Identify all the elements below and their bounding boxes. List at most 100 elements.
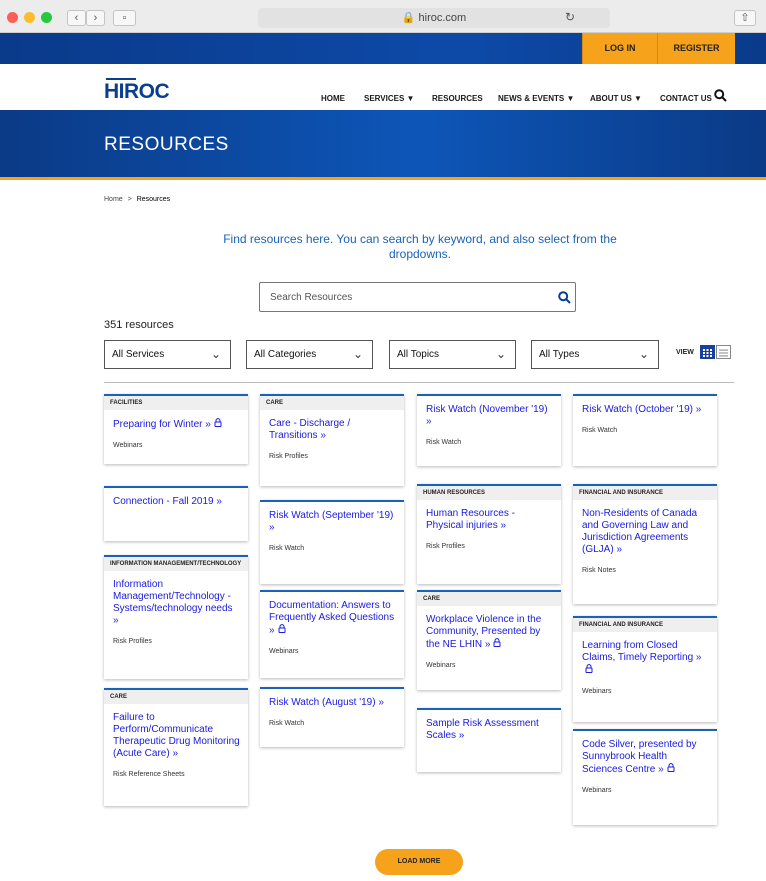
breadcrumb-separator: >	[127, 196, 132, 203]
resource-card[interactable]: Risk Watch (October '19) » Risk Watch	[573, 394, 717, 466]
resource-card[interactable]: Sample Risk Assessment Scales »	[417, 708, 561, 772]
url-text: hiroc.com	[418, 12, 467, 24]
breadcrumb-home[interactable]: Home	[104, 196, 123, 203]
card-title-link[interactable]: Workplace Violence in the Community, Pre…	[426, 614, 541, 650]
card-type: Risk Watch	[426, 439, 462, 446]
chevron-down-icon: ⌄	[352, 347, 363, 361]
login-button[interactable]: LOG IN	[582, 33, 657, 64]
card-title-link[interactable]: Risk Watch (September '19) »	[269, 510, 393, 533]
nav-news-events[interactable]: NEWS & EVENTS ▼	[498, 94, 574, 103]
card-type: Risk Watch	[269, 720, 305, 727]
nav-home[interactable]: HOME	[321, 94, 345, 103]
search-icon[interactable]	[714, 89, 727, 102]
card-title-link[interactable]: Documentation: Answers to Frequently Ask…	[269, 600, 394, 636]
card-category: CARE	[104, 690, 248, 704]
card-title-link[interactable]: Failure to Perform/Communicate Therapeut…	[113, 712, 240, 759]
card-title-link[interactable]: Risk Watch (August '19) »	[269, 697, 384, 708]
load-more-button[interactable]: LOAD MORE	[375, 849, 463, 875]
services-dropdown-value: All Services	[112, 349, 165, 360]
back-icon[interactable]: ‹	[67, 10, 86, 26]
page-title: RESOURCES	[104, 134, 229, 155]
lock-icon	[585, 664, 593, 676]
breadcrumb: Home > Resources	[104, 196, 170, 203]
lock-icon	[493, 638, 501, 650]
card-title-link[interactable]: Human Resources - Physical injuries »	[426, 508, 515, 531]
topics-dropdown[interactable]: All Topics ⌄	[389, 340, 516, 369]
maximize-window-button[interactable]	[41, 12, 52, 23]
search-placeholder: Search Resources	[270, 292, 353, 303]
resource-card[interactable]: INFORMATION MANAGEMENT/TECHNOLOGY Informa…	[104, 555, 248, 679]
results-count: 351 resources	[104, 319, 174, 331]
card-type: Risk Watch	[582, 427, 618, 434]
card-category: CARE	[417, 592, 561, 606]
card-title-link[interactable]: Care - Discharge / Transitions »	[269, 418, 350, 441]
card-type: Webinars	[582, 688, 612, 695]
categories-dropdown[interactable]: All Categories ⌄	[246, 340, 373, 369]
card-title-link[interactable]: Information Management/Technology - Syst…	[113, 579, 233, 626]
resource-card[interactable]: Risk Watch (September '19) » Risk Watch	[260, 500, 404, 584]
share-icon[interactable]: ⇧	[734, 10, 756, 26]
register-button[interactable]: REGISTER	[657, 33, 735, 64]
card-type: Risk Profiles	[113, 638, 152, 645]
card-category: FACILITIES	[104, 396, 248, 410]
chevron-down-icon: ⌄	[210, 347, 221, 361]
types-dropdown-value: All Types	[539, 349, 580, 360]
card-title-link[interactable]: Connection - Fall 2019 »	[113, 496, 222, 507]
search-submit-icon[interactable]	[558, 291, 571, 304]
site-logo[interactable]: HIROC	[104, 80, 170, 104]
resource-card[interactable]: Risk Watch (November '19) » Risk Watch	[417, 394, 561, 466]
lock-icon	[667, 763, 675, 775]
card-title-link[interactable]: Non-Residents of Canada and Governing La…	[582, 508, 697, 555]
close-window-button[interactable]	[7, 12, 18, 23]
browser-toolbar: ‹ › ▫ 🔒 hiroc.com ↻ ⇧	[0, 0, 766, 33]
reload-icon[interactable]: ↻	[565, 10, 575, 24]
list-view-icon[interactable]	[716, 345, 731, 359]
nav-services[interactable]: SERVICES ▼	[364, 94, 414, 103]
card-type: Risk Reference Sheets	[113, 771, 185, 778]
minimize-window-button[interactable]	[24, 12, 35, 23]
resource-card[interactable]: HUMAN RESOURCES Human Resources - Physica…	[417, 484, 561, 584]
types-dropdown[interactable]: All Types ⌄	[531, 340, 659, 369]
grid-view-icon[interactable]	[700, 345, 715, 359]
nav-contact-us[interactable]: CONTACT US	[660, 94, 712, 103]
resource-card[interactable]: FINANCIAL AND INSURANCE Non-Residents of …	[573, 484, 717, 604]
intro-text: Find resources here. You can search by k…	[223, 232, 617, 261]
categories-dropdown-value: All Categories	[254, 349, 317, 360]
card-title-link[interactable]: Risk Watch (October '19) »	[582, 404, 701, 415]
card-title-link[interactable]: Sample Risk Assessment Scales »	[426, 718, 539, 741]
resource-card[interactable]: Risk Watch (August '19) » Risk Watch	[260, 687, 404, 747]
chevron-down-icon: ⌄	[638, 347, 649, 361]
services-dropdown[interactable]: All Services ⌄	[104, 340, 231, 369]
resource-card[interactable]: CARE Care - Discharge / Transitions » Risk…	[260, 394, 404, 486]
card-category: FINANCIAL AND INSURANCE	[573, 618, 717, 632]
card-type: Webinars	[113, 442, 143, 449]
card-type: Webinars	[269, 648, 299, 655]
resource-card[interactable]: Documentation: Answers to Frequently Ask…	[260, 590, 404, 678]
lock-icon: 🔒	[401, 12, 416, 24]
card-category: HUMAN RESOURCES	[417, 486, 561, 500]
card-title-link[interactable]: Preparing for Winter »	[113, 419, 211, 430]
resource-card[interactable]: FINANCIAL AND INSURANCE Learning from Clo…	[573, 616, 717, 722]
sidebar-icon[interactable]: ▫	[113, 10, 136, 26]
view-label: VIEW	[676, 349, 694, 356]
lock-icon	[278, 624, 286, 636]
card-title-link[interactable]: Risk Watch (November '19) »	[426, 404, 548, 427]
card-title-link[interactable]: Code Silver, presented by Sunnybrook Hea…	[582, 739, 697, 775]
forward-icon[interactable]: ›	[86, 10, 105, 26]
search-field[interactable]: Search Resources	[259, 282, 576, 312]
card-title-link[interactable]: Learning from Closed Claims, Timely Repo…	[582, 640, 701, 663]
nav-resources[interactable]: RESOURCES	[432, 94, 483, 103]
nav-about-us[interactable]: ABOUT US ▼	[590, 94, 642, 103]
resource-card[interactable]: CARE Failure to Perform/Communicate Thera…	[104, 688, 248, 806]
resource-card[interactable]: FACILITIES Preparing for Winter » Webinars	[104, 394, 248, 464]
card-category: INFORMATION MANAGEMENT/TECHNOLOGY	[104, 557, 248, 571]
resource-card[interactable]: Code Silver, presented by Sunnybrook Hea…	[573, 729, 717, 825]
address-bar[interactable]: 🔒 hiroc.com	[258, 8, 610, 28]
card-type: Risk Notes	[582, 567, 616, 574]
resource-card[interactable]: CARE Workplace Violence in the Community,…	[417, 590, 561, 690]
lock-icon	[214, 418, 222, 430]
resource-card[interactable]: Connection - Fall 2019 »	[104, 486, 248, 541]
section-divider	[104, 382, 734, 383]
card-type: Risk Profiles	[269, 453, 308, 460]
breadcrumb-current: Resources	[136, 196, 171, 203]
